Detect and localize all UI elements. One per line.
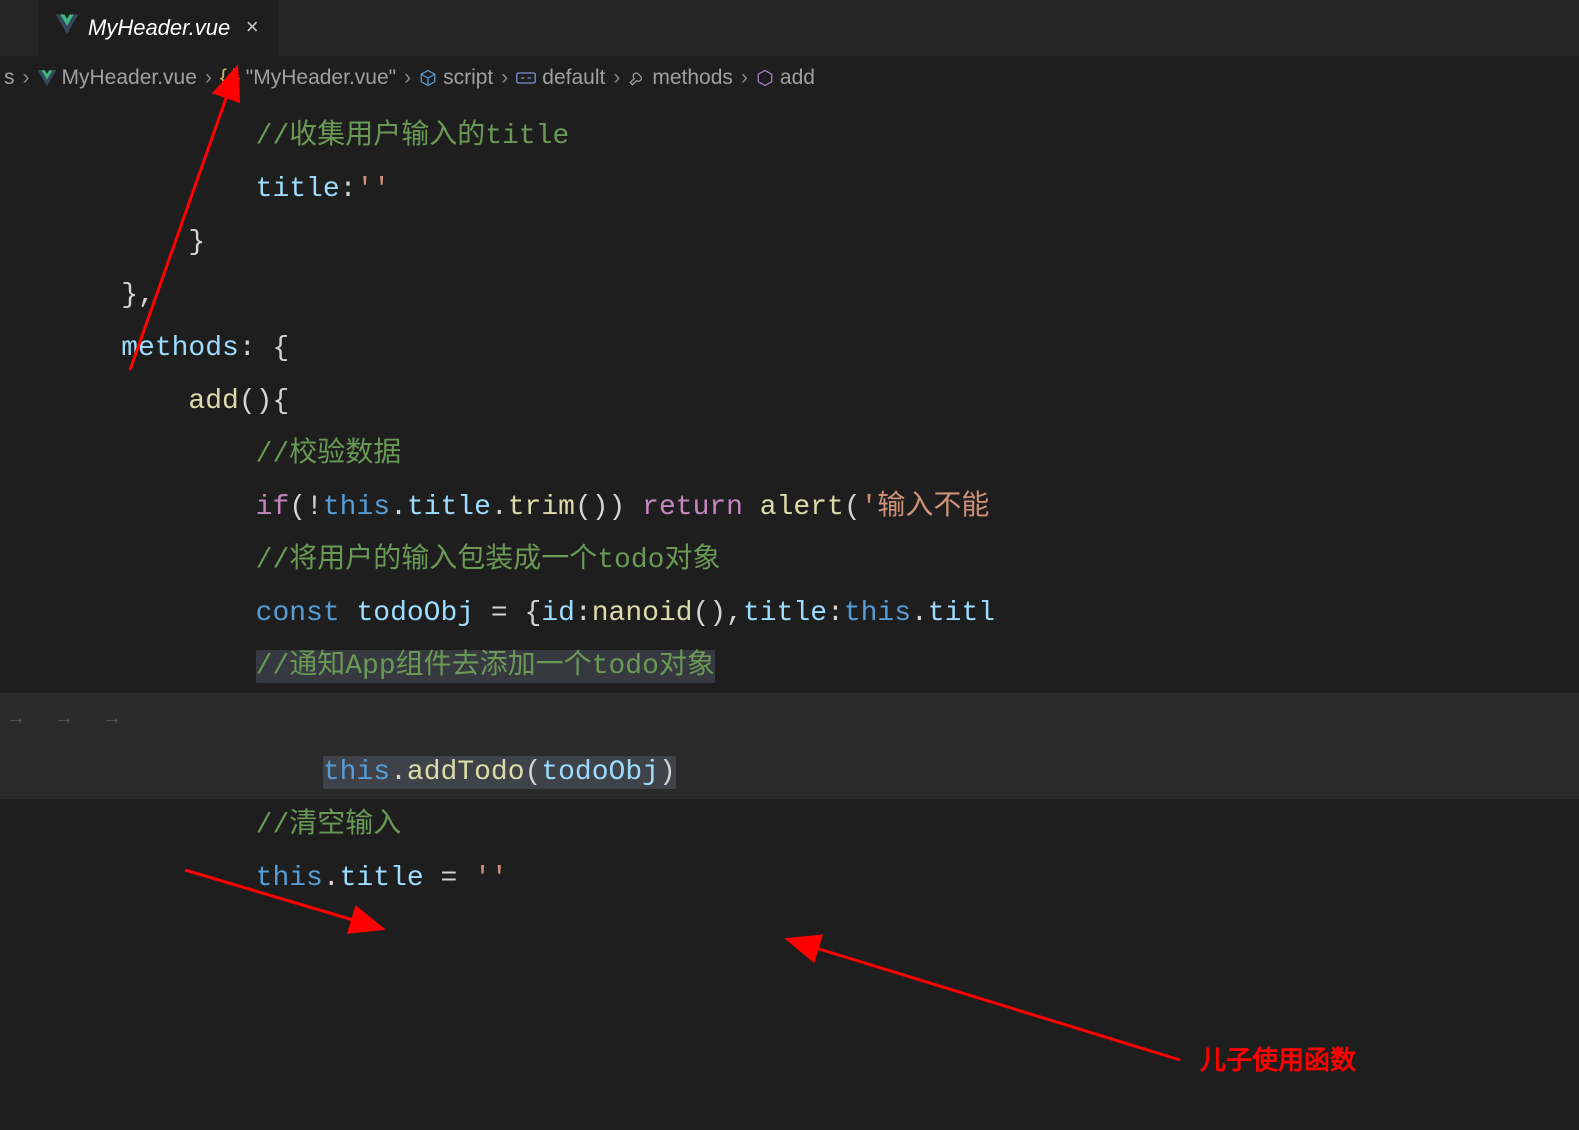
whitespace-indicator: →→→ xyxy=(10,693,118,746)
breadcrumb: s › MyHeader.vue › { } "MyHeader.vue" › … xyxy=(0,56,1579,100)
module-icon xyxy=(419,69,437,87)
code-line-active: →→→ this.addTodo(todoObj) xyxy=(0,693,1579,799)
vue-icon xyxy=(38,70,56,86)
breadcrumb-item[interactable]: s xyxy=(4,66,15,90)
code-line: this.title = '' xyxy=(0,852,1579,905)
breadcrumb-item[interactable]: script xyxy=(419,66,493,90)
breadcrumb-item[interactable]: { } "MyHeader.vue" xyxy=(220,66,396,90)
breadcrumb-item[interactable]: MyHeader.vue xyxy=(38,66,197,90)
code-line: //校验数据 xyxy=(0,428,1579,481)
editor-tab[interactable]: MyHeader.vue × xyxy=(38,0,279,56)
code-line: title:'' xyxy=(0,163,1579,216)
code-line: //通知App组件去添加一个todo对象 xyxy=(0,640,1579,693)
code-line: methods: { xyxy=(0,322,1579,375)
vue-icon xyxy=(56,14,78,42)
close-icon[interactable]: × xyxy=(240,16,264,41)
breadcrumb-item[interactable]: add xyxy=(756,66,815,90)
chevron-right-icon: › xyxy=(737,66,752,90)
chevron-right-icon: › xyxy=(609,66,624,90)
tab-title: MyHeader.vue xyxy=(88,15,230,41)
code-line: //收集用户输入的title xyxy=(0,110,1579,163)
code-line: add(){ xyxy=(0,375,1579,428)
chevron-right-icon: › xyxy=(400,66,415,90)
code-line: } xyxy=(0,216,1579,269)
chevron-right-icon: › xyxy=(201,66,216,90)
code-line: }, xyxy=(0,269,1579,322)
code-editor[interactable]: //收集用户输入的title title:'' } }, methods: { … xyxy=(0,100,1579,905)
chevron-right-icon: › xyxy=(19,66,34,90)
braces-icon: { } xyxy=(220,66,240,90)
breadcrumb-item[interactable]: methods xyxy=(628,66,733,90)
code-line: //将用户的输入包装成一个todo对象 xyxy=(0,534,1579,587)
annotation-label: 儿子使用函数 xyxy=(1200,1040,1356,1077)
code-line: //清空输入 xyxy=(0,799,1579,852)
method-icon xyxy=(756,69,774,87)
tab-bar: MyHeader.vue × xyxy=(0,0,1579,56)
export-icon xyxy=(516,70,536,86)
code-line: const todoObj = {id:nanoid(),title:this.… xyxy=(0,587,1579,640)
code-line: if(!this.title.trim()) return alert('输入不… xyxy=(0,481,1579,534)
breadcrumb-item[interactable]: default xyxy=(516,66,605,90)
wrench-icon xyxy=(628,69,646,87)
chevron-right-icon: › xyxy=(497,66,512,90)
